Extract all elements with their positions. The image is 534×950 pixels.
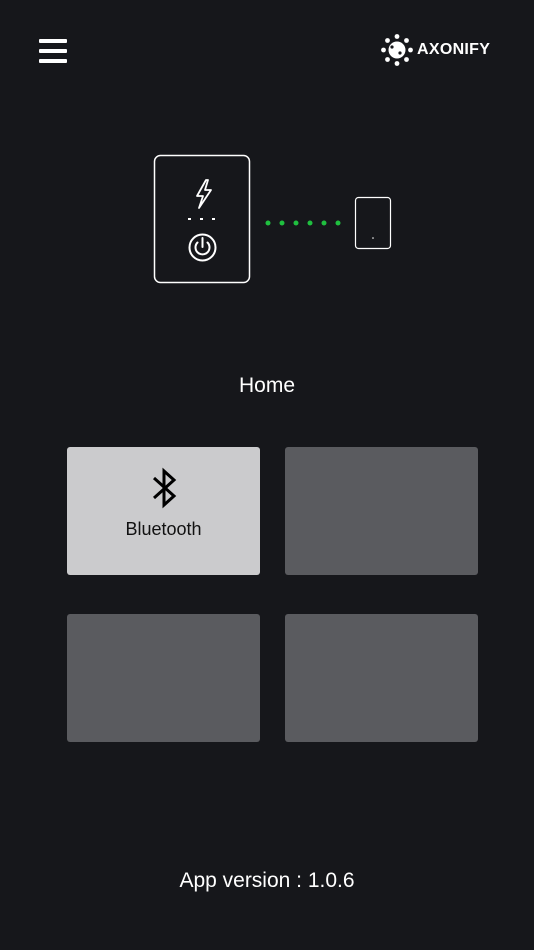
device-connection-illustration [153,154,392,284]
empty-tile[interactable] [67,614,260,742]
page-title: Home [238,374,296,397]
power-icon [188,233,217,262]
bluetooth-label: Bluetooth [125,519,202,539]
empty-tile[interactable] [285,614,478,742]
connection-dots [265,220,341,226]
app-version-text: App version : 1.0.6 [179,869,355,892]
bluetooth-tile[interactable]: Bluetooth [67,447,260,575]
bluetooth-icon [152,467,176,509]
phone-dot [372,237,374,239]
lightning-icon [196,179,212,209]
empty-tile[interactable] [285,447,478,575]
phone-frame [354,196,392,250]
